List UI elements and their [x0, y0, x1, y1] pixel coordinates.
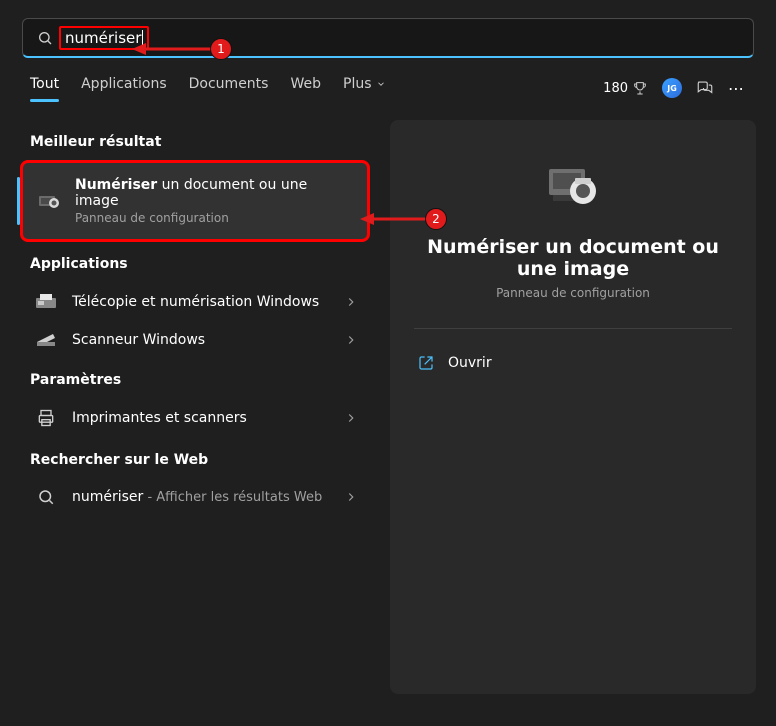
filter-tabs-row: Tout Applications Documents Web Plus 180… [0, 58, 776, 108]
section-header-best: Meilleur résultat [30, 134, 370, 150]
tab-all[interactable]: Tout [30, 76, 59, 100]
settings-result-printers[interactable]: Imprimantes et scanners [20, 398, 370, 438]
app-result-title: Télécopie et numérisation Windows [72, 294, 332, 310]
printer-icon [32, 408, 60, 428]
search-icon [37, 30, 53, 46]
section-header-apps: Applications [30, 256, 370, 272]
more-options-button[interactable]: ⋯ [728, 79, 746, 98]
preview-subtitle: Panneau de configuration [496, 286, 650, 300]
chat-icon[interactable] [696, 79, 714, 97]
preview-title: Numériser un document ou une image [414, 236, 732, 280]
divider [414, 328, 732, 329]
best-result-subtitle: Panneau de configuration [75, 211, 355, 225]
fax-icon [32, 292, 60, 312]
best-result-item[interactable]: Numériser un document ou une image Panne… [20, 160, 370, 242]
chevron-right-icon [344, 490, 358, 504]
chevron-down-icon [376, 79, 386, 89]
section-header-settings: Paramètres [30, 372, 370, 388]
open-external-icon [418, 355, 434, 371]
best-result-title: Numériser un document ou une image [75, 177, 355, 209]
search-bar[interactable]: numériser [22, 18, 754, 58]
rewards-points[interactable]: 180 [603, 80, 648, 96]
web-result-title: numériser - Afficher les résultats Web [72, 489, 332, 505]
profile-badge-icon[interactable]: JG [662, 78, 682, 98]
open-action[interactable]: Ouvrir [414, 347, 732, 379]
flatbed-scanner-icon [32, 332, 60, 348]
app-result-scanner[interactable]: Scanneur Windows [20, 322, 370, 358]
results-list: Meilleur résultat Numériser un document … [20, 120, 370, 694]
open-label: Ouvrir [448, 355, 492, 371]
settings-result-title: Imprimantes et scanners [72, 410, 332, 426]
chevron-right-icon [344, 411, 358, 425]
chevron-right-icon [344, 333, 358, 347]
chevron-right-icon [344, 295, 358, 309]
section-header-web: Rechercher sur le Web [30, 452, 370, 468]
tab-more[interactable]: Plus [343, 76, 386, 100]
search-icon [32, 488, 60, 506]
search-input[interactable]: numériser [59, 26, 149, 50]
app-result-title: Scanneur Windows [72, 332, 332, 348]
preview-pane: Numériser un document ou une image Panne… [390, 120, 756, 694]
web-result-search[interactable]: numériser - Afficher les résultats Web [20, 478, 370, 516]
preview-icon [545, 158, 601, 214]
app-result-fax-scan[interactable]: Télécopie et numérisation Windows [20, 282, 370, 322]
tab-applications[interactable]: Applications [81, 76, 167, 100]
tab-web[interactable]: Web [290, 76, 321, 100]
tab-documents[interactable]: Documents [189, 76, 269, 100]
trophy-icon [632, 80, 648, 96]
search-window: numériser Tout Applications Documents We… [0, 0, 776, 726]
scanner-icon [35, 190, 63, 212]
